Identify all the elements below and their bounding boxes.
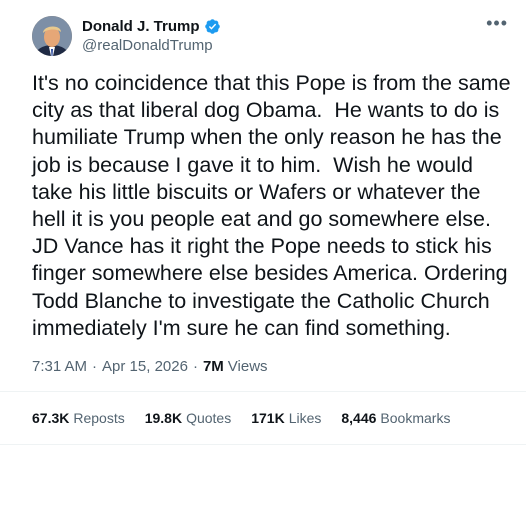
tweet-card: Donald J. Trump @realDonaldTrump ••• It'… — [0, 0, 526, 510]
tweet-header: Donald J. Trump @realDonaldTrump — [32, 14, 510, 58]
more-options-icon[interactable]: ••• — [486, 14, 508, 32]
bookmarks-count: 8,446 — [341, 410, 377, 427]
reposts-stat[interactable]: 67.3K Reposts — [32, 410, 125, 426]
avatar-portrait-icon — [32, 16, 72, 56]
quotes-label: Quotes — [186, 410, 232, 427]
author-names: Donald J. Trump @realDonaldTrump — [82, 18, 221, 55]
quotes-count: 19.8K — [144, 410, 183, 427]
likes-count: 171K — [251, 410, 285, 427]
quotes-stat[interactable]: 19.8K Quotes — [145, 410, 232, 426]
avatar[interactable] — [32, 16, 72, 56]
reposts-count: 67.3K — [32, 410, 70, 427]
tweet-text: It's no coincidence that this Pope is fr… — [32, 71, 517, 340]
views-label: Views — [227, 358, 268, 376]
likes-stat[interactable]: 171K Likes — [251, 410, 321, 426]
engagement-stats: 67.3K Reposts 19.8K Quotes 171K Likes 8,446… — [32, 392, 510, 444]
name-row: Donald J. Trump — [82, 18, 221, 36]
views-count: 7M — [202, 358, 224, 376]
likes-label: Likes — [288, 410, 322, 427]
bookmarks-stat[interactable]: 8,446 Bookmarks — [341, 410, 450, 426]
meta-separator: · — [92, 358, 98, 376]
author-handle[interactable]: @realDonaldTrump — [82, 37, 221, 55]
tweet-time[interactable]: 7:31 AM — [32, 358, 87, 375]
display-name[interactable]: Donald J. Trump — [82, 18, 200, 36]
meta-separator: · — [192, 358, 198, 376]
tweet-meta: 7:31 AM · Apr 15, 2026 · 7M Views — [32, 358, 510, 375]
verified-badge-icon — [204, 19, 220, 34]
tweet-date[interactable]: Apr 15, 2026 — [102, 358, 188, 375]
reposts-label: Reposts — [73, 410, 125, 427]
bookmarks-label: Bookmarks — [380, 410, 451, 427]
divider — [0, 444, 526, 446]
